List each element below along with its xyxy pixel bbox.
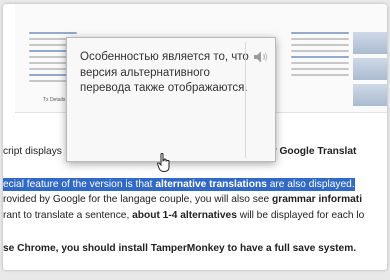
article-line-highlighted: ecial feature of the version is that alt… [3, 178, 355, 191]
line3-bold: grammar informati [272, 194, 363, 205]
screenshot-caption: Tx Details [43, 97, 66, 103]
article-line-1: cript displays [3, 146, 62, 157]
line4-text-end: will be displayed for each lo [236, 210, 365, 221]
article-line-5: se Chrome, you should install TamperMonk… [3, 243, 357, 254]
translation-tooltip[interactable]: Особенностью является то, что версия аль… [66, 37, 276, 162]
selected-text-bold[interactable]: alternative translations [155, 178, 267, 191]
translation-text: Особенностью является то, что версия аль… [80, 51, 249, 94]
line3-text: rovided by Google for the langage couple… [3, 194, 273, 205]
speaker-icon[interactable] [253, 50, 269, 64]
line4-text: rant to translate a sentence, [3, 210, 133, 221]
line4-bold: about 1-4 alternatives [132, 210, 237, 221]
selected-text-1[interactable]: ecial feature of the version is that [3, 178, 156, 191]
article-line-3: rovided by Google for the langage couple… [3, 193, 362, 206]
selected-text-2[interactable]: are also displayed. [266, 178, 355, 191]
cursor-icon [157, 153, 171, 173]
tooltip-divider [245, 42, 246, 158]
article-line-4: rant to translate a sentence, about 1-4 … [3, 209, 364, 222]
